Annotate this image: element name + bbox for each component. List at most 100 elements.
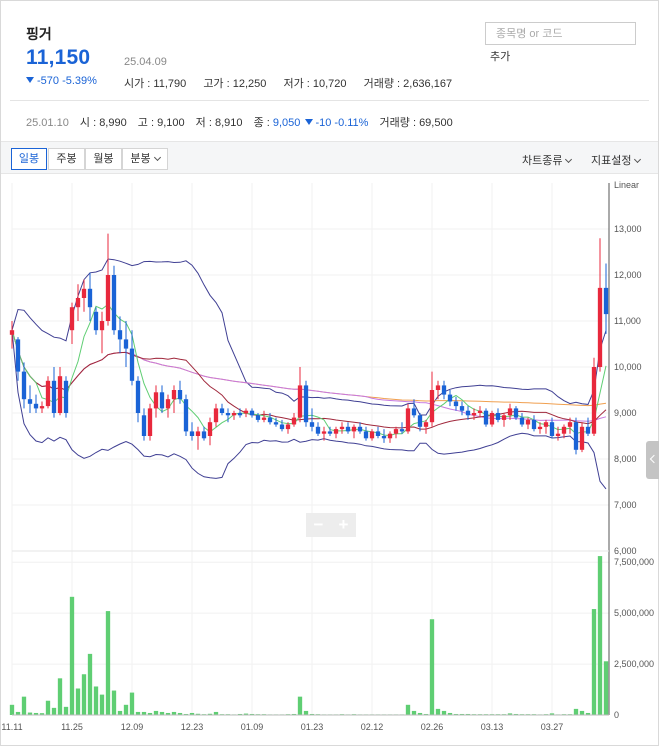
price-tick-label: 13,000 <box>614 224 642 234</box>
candle-body <box>189 431 195 436</box>
candle-body <box>399 429 405 432</box>
candle-body <box>603 287 609 315</box>
date-tick-label: 02.26 <box>421 722 444 732</box>
candle-body <box>27 399 33 404</box>
volume-bar <box>45 700 51 715</box>
date-tick-label: 12.09 <box>121 722 144 732</box>
candle-body <box>261 417 267 420</box>
candlestick-chart[interactable]: Linear 13,000 12,000 11,000 10,000 9,000 8,000… <box>0 0 659 746</box>
zoom-out-button[interactable]: − <box>306 513 331 537</box>
candle-body <box>255 415 261 420</box>
candle-body <box>357 426 363 432</box>
candle-body <box>273 422 279 425</box>
candle-body <box>549 422 555 436</box>
volume-bar <box>573 708 579 715</box>
candle-body <box>249 410 255 416</box>
bollinger-bands <box>11 258 607 490</box>
volume-bar <box>297 696 303 715</box>
volume-tick-label: 7,500,000 <box>614 557 654 567</box>
ma60-line <box>11 330 607 422</box>
candle-body <box>345 426 351 432</box>
candle-body <box>519 417 525 425</box>
candle-body <box>369 431 375 439</box>
volume-bar <box>57 678 63 715</box>
collapse-panel-handle[interactable] <box>646 441 659 479</box>
candle-body <box>459 406 465 411</box>
candle-body <box>231 413 237 416</box>
candle-body <box>387 433 393 439</box>
date-tick-label: 03.13 <box>481 722 504 732</box>
candle-body <box>123 339 129 349</box>
candle-body <box>327 431 333 434</box>
volume-bar <box>129 692 135 715</box>
candle-body <box>291 417 297 425</box>
candle-body <box>207 422 213 436</box>
date-tick-label: 03.27 <box>541 722 564 732</box>
scale-label: Linear <box>614 180 639 190</box>
candle-body <box>477 410 483 413</box>
volume-bars <box>9 556 609 715</box>
candle-body <box>117 330 123 340</box>
price-tick-label: 11,000 <box>614 316 641 326</box>
volume-bar <box>429 619 435 715</box>
candle-body <box>471 413 477 416</box>
candle-body <box>315 426 321 434</box>
date-tick-label: 11.11 <box>1 722 22 732</box>
candle-body <box>141 415 147 436</box>
candle-body <box>465 410 471 416</box>
candle-body <box>513 408 519 418</box>
ma120-line <box>11 330 607 407</box>
candle-body <box>297 385 303 418</box>
candle-body <box>81 288 87 298</box>
candle-body <box>543 422 549 427</box>
volume-bar <box>597 556 603 715</box>
price-tick-label: 10,000 <box>614 362 642 372</box>
candle-body <box>165 399 171 409</box>
volume-tick-label: 5,000,000 <box>614 608 654 618</box>
volume-bar <box>435 708 441 715</box>
date-tick-label: 01.23 <box>301 722 324 732</box>
price-tick-label: 9,000 <box>614 408 637 418</box>
volume-bar <box>591 609 597 715</box>
candle-body <box>339 426 345 430</box>
candle-body <box>537 426 543 430</box>
candle-body <box>237 413 243 416</box>
candle-body <box>591 367 597 434</box>
volume-bar <box>69 596 75 715</box>
volume-tick-label: 2,500,000 <box>614 659 654 669</box>
candle-body <box>177 390 183 400</box>
candle-body <box>15 339 21 372</box>
zoom-control: − + <box>306 513 356 537</box>
date-tick-label: 11.25 <box>61 722 83 732</box>
candle-body <box>93 311 99 331</box>
candle-body <box>309 422 315 427</box>
volume-bar <box>105 611 111 715</box>
candle-body <box>381 436 387 439</box>
zoom-in-button[interactable]: + <box>331 513 356 537</box>
candle-body <box>555 433 561 436</box>
volume-bar <box>579 710 585 715</box>
candle-body <box>159 392 165 409</box>
candle-body <box>153 392 159 409</box>
candle-body <box>447 394 453 402</box>
candle-body <box>171 390 177 400</box>
candle-body <box>597 287 603 367</box>
volume-bar <box>405 704 411 715</box>
bollinger-upper-line <box>11 258 607 416</box>
volume-bar <box>153 710 159 715</box>
candle-body <box>441 385 447 395</box>
candle-body <box>303 385 309 423</box>
candle-body <box>285 424 291 430</box>
candle-body <box>489 413 495 425</box>
candle-body <box>333 429 339 434</box>
price-tick-label: 6,000 <box>614 546 637 556</box>
candle-body <box>183 399 189 432</box>
volume-bar <box>111 690 117 715</box>
candle-body <box>213 408 219 423</box>
candle-body <box>561 426 567 434</box>
candle-body <box>33 403 39 409</box>
volume-bar <box>603 661 609 715</box>
candle-body <box>39 406 45 409</box>
date-tick-label: 02.12 <box>361 722 384 732</box>
candle-body <box>567 422 573 427</box>
